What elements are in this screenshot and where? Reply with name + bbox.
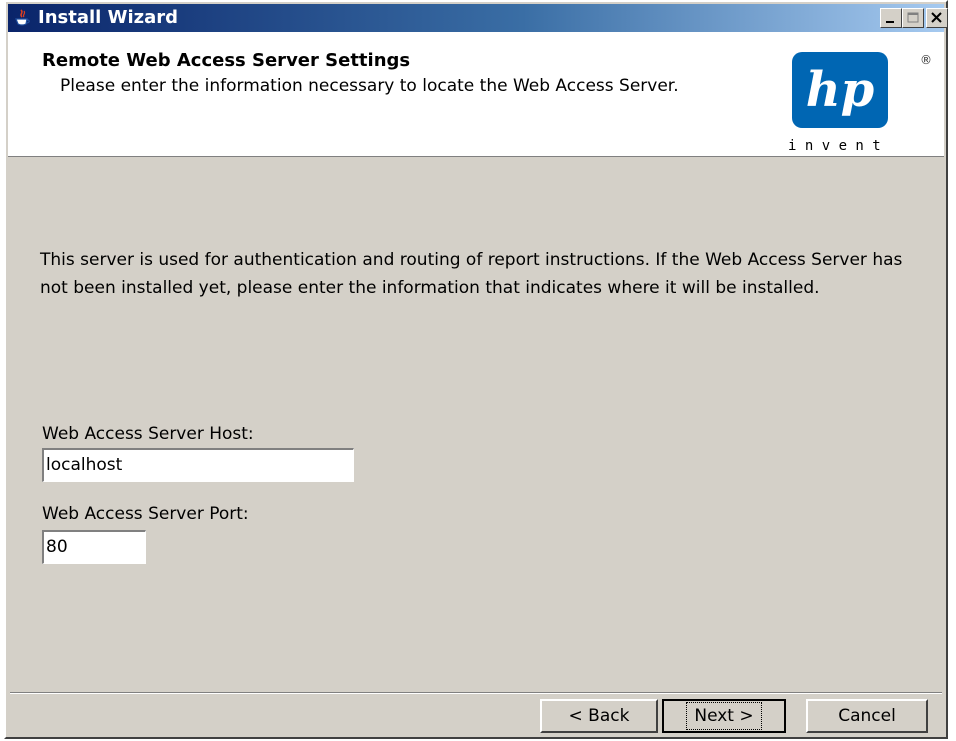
hp-logo-text: hp <box>806 62 874 118</box>
maximize-icon <box>907 12 919 23</box>
registered-mark: ® <box>920 53 932 67</box>
footer-divider <box>10 692 942 694</box>
close-icon <box>931 12 942 23</box>
page-subtitle: Please enter the information necessary t… <box>60 76 679 96</box>
port-label: Web Access Server Port: <box>42 504 249 524</box>
host-label: Web Access Server Host: <box>42 424 254 444</box>
next-button[interactable]: Next > <box>662 699 786 733</box>
port-input[interactable]: 80 <box>42 530 146 564</box>
page-title: Remote Web Access Server Settings <box>42 50 411 71</box>
cancel-button[interactable]: Cancel <box>806 699 928 733</box>
minimize-icon <box>886 21 894 23</box>
minimize-button[interactable] <box>880 8 902 28</box>
window-title: Install Wizard <box>38 7 178 28</box>
maximize-button[interactable] <box>902 8 924 28</box>
host-input[interactable]: localhost <box>42 448 354 482</box>
next-button-label: Next > <box>686 702 762 730</box>
description-text: This server is used for authentication a… <box>40 250 903 298</box>
hp-logo: hp ® i n v e n t <box>784 46 934 156</box>
close-button[interactable] <box>926 8 948 28</box>
back-button[interactable]: < Back <box>540 699 658 733</box>
hp-tagline: i n v e n t <box>788 138 881 154</box>
java-icon <box>12 8 32 28</box>
wizard-header: Remote Web Access Server Settings Please… <box>8 32 944 157</box>
wizard-content: This server is used for authentication a… <box>8 158 944 690</box>
title-bar[interactable]: Install Wizard <box>8 4 948 32</box>
install-wizard-window: Install Wizard Remote Web Access Server … <box>4 0 948 739</box>
